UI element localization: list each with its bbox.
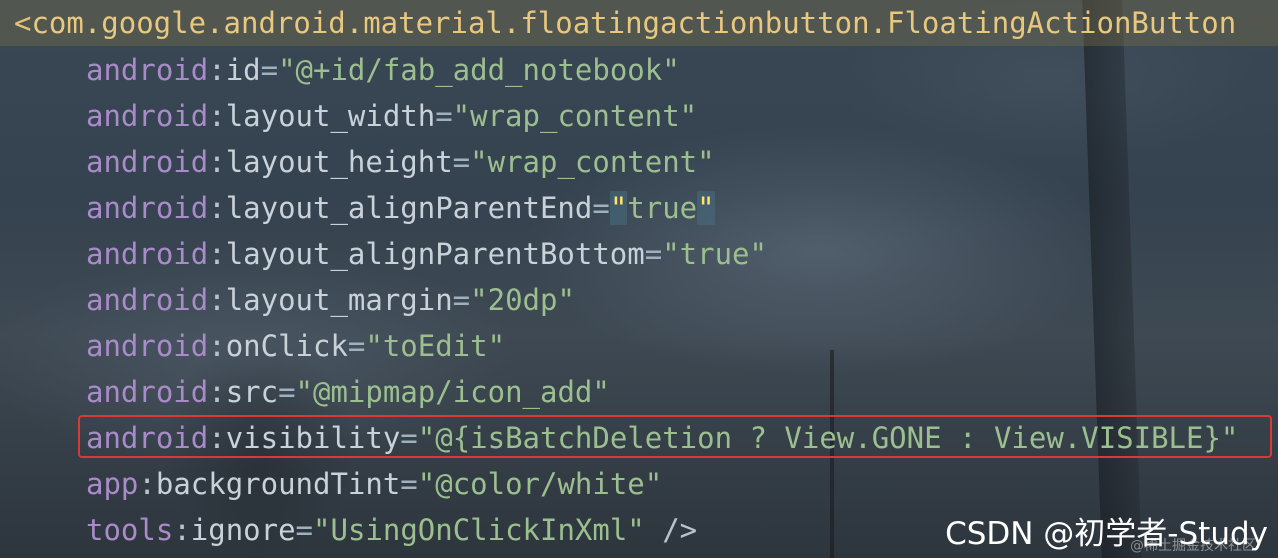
colon: : <box>138 467 156 501</box>
tag-name: com.google.android.material.floatingacti… <box>31 6 1237 40</box>
attr-namespace: android <box>86 237 209 271</box>
colon: : <box>173 513 191 547</box>
attr-namespace: android <box>86 283 209 317</box>
attr-namespace: android <box>86 329 209 363</box>
code-line[interactable]: android:layout_height="wrap_content" <box>86 139 715 185</box>
quote: " <box>487 329 506 363</box>
juejin-watermark: @稀土掘金技术社区 <box>1130 538 1256 554</box>
code-editor: <com.google.android.material.floatingact… <box>0 0 1278 558</box>
equals: = <box>260 53 279 87</box>
equals: = <box>592 191 610 225</box>
attr-namespace: android <box>86 145 209 179</box>
equals: = <box>452 145 471 179</box>
quote: " <box>365 329 383 363</box>
attr-value: wrap_content <box>487 145 698 179</box>
equals: = <box>452 283 471 317</box>
quote: " <box>313 513 331 547</box>
quote: " <box>662 237 680 271</box>
quote: " <box>627 513 645 547</box>
close-tag: /> <box>644 513 698 547</box>
code-line[interactable]: android:src="@mipmap/icon_add" <box>86 369 610 415</box>
attr-value: true <box>679 237 750 271</box>
attr-name: layout_height <box>225 145 453 179</box>
code-line[interactable]: android:layout_width="wrap_content" <box>86 93 697 139</box>
equals: = <box>644 237 663 271</box>
quote: " <box>295 375 314 409</box>
code-line[interactable]: app:backgroundTint="@color/white" <box>86 461 662 507</box>
matched-quote: " <box>609 191 628 225</box>
attr-name: layout_alignParentBottom <box>225 237 645 271</box>
background-pole <box>1082 0 1142 558</box>
attr-value: UsingOnClickInXml <box>330 513 628 547</box>
colon: : <box>208 191 226 225</box>
equals: = <box>347 329 366 363</box>
red-highlight-box <box>78 415 1272 458</box>
quote: " <box>749 237 767 271</box>
code-line[interactable]: android:layout_alignParentBottom="true" <box>86 231 767 277</box>
attr-value: @+id/fab_add_notebook <box>295 53 663 87</box>
colon: : <box>208 375 226 409</box>
attr-name: ignore <box>190 513 296 547</box>
quote: " <box>278 53 296 87</box>
equals: = <box>278 375 296 409</box>
quote: " <box>470 283 488 317</box>
attr-namespace: android <box>86 191 209 225</box>
attr-value: 20dp <box>487 283 558 317</box>
quote: " <box>452 99 471 133</box>
colon: : <box>208 283 226 317</box>
attr-name: layout_alignParentEnd <box>225 191 593 225</box>
matched-quote: " <box>697 191 715 225</box>
attr-value: @color/white <box>435 467 645 501</box>
attr-name: backgroundTint <box>155 467 401 501</box>
equals: = <box>295 513 314 547</box>
open-bracket: < <box>14 6 32 40</box>
attr-name: onClick <box>225 329 348 363</box>
quote: " <box>417 467 436 501</box>
colon: : <box>208 53 226 87</box>
colon: : <box>208 237 226 271</box>
quote: " <box>557 283 575 317</box>
attr-name: src <box>225 375 279 409</box>
attr-namespace: tools <box>86 513 174 547</box>
colon: : <box>208 99 226 133</box>
code-line[interactable]: android:layout_alignParentEnd="true" <box>86 185 715 231</box>
attr-namespace: app <box>86 467 139 501</box>
quote: " <box>592 375 610 409</box>
code-line[interactable]: tools:ignore="UsingOnClickInXml" /> <box>86 507 697 553</box>
attr-namespace: android <box>86 375 209 409</box>
code-line[interactable]: android:layout_margin="20dp" <box>86 277 575 323</box>
attr-value: toEdit <box>382 329 488 363</box>
quote: " <box>662 53 680 87</box>
attr-value: @mipmap/icon_add <box>313 375 593 409</box>
code-line[interactable]: android:id="@+id/fab_add_notebook" <box>86 47 680 93</box>
attr-value: wrap_content <box>470 99 680 133</box>
equals: = <box>435 99 453 133</box>
attr-name: layout_margin <box>225 283 453 317</box>
attr-name: id <box>225 53 261 87</box>
quote: " <box>697 145 715 179</box>
attr-namespace: android <box>86 53 209 87</box>
attr-value: true <box>627 191 698 225</box>
attr-namespace: android <box>86 99 209 133</box>
colon: : <box>208 145 226 179</box>
code-line[interactable]: android:onClick="toEdit" <box>86 323 505 369</box>
quote: " <box>470 145 488 179</box>
colon: : <box>208 329 226 363</box>
code-line-tag[interactable]: <com.google.android.material.floatingact… <box>0 0 1278 46</box>
quote: " <box>679 99 698 133</box>
equals: = <box>400 467 418 501</box>
quote: " <box>644 467 663 501</box>
attr-name: layout_width <box>225 99 436 133</box>
